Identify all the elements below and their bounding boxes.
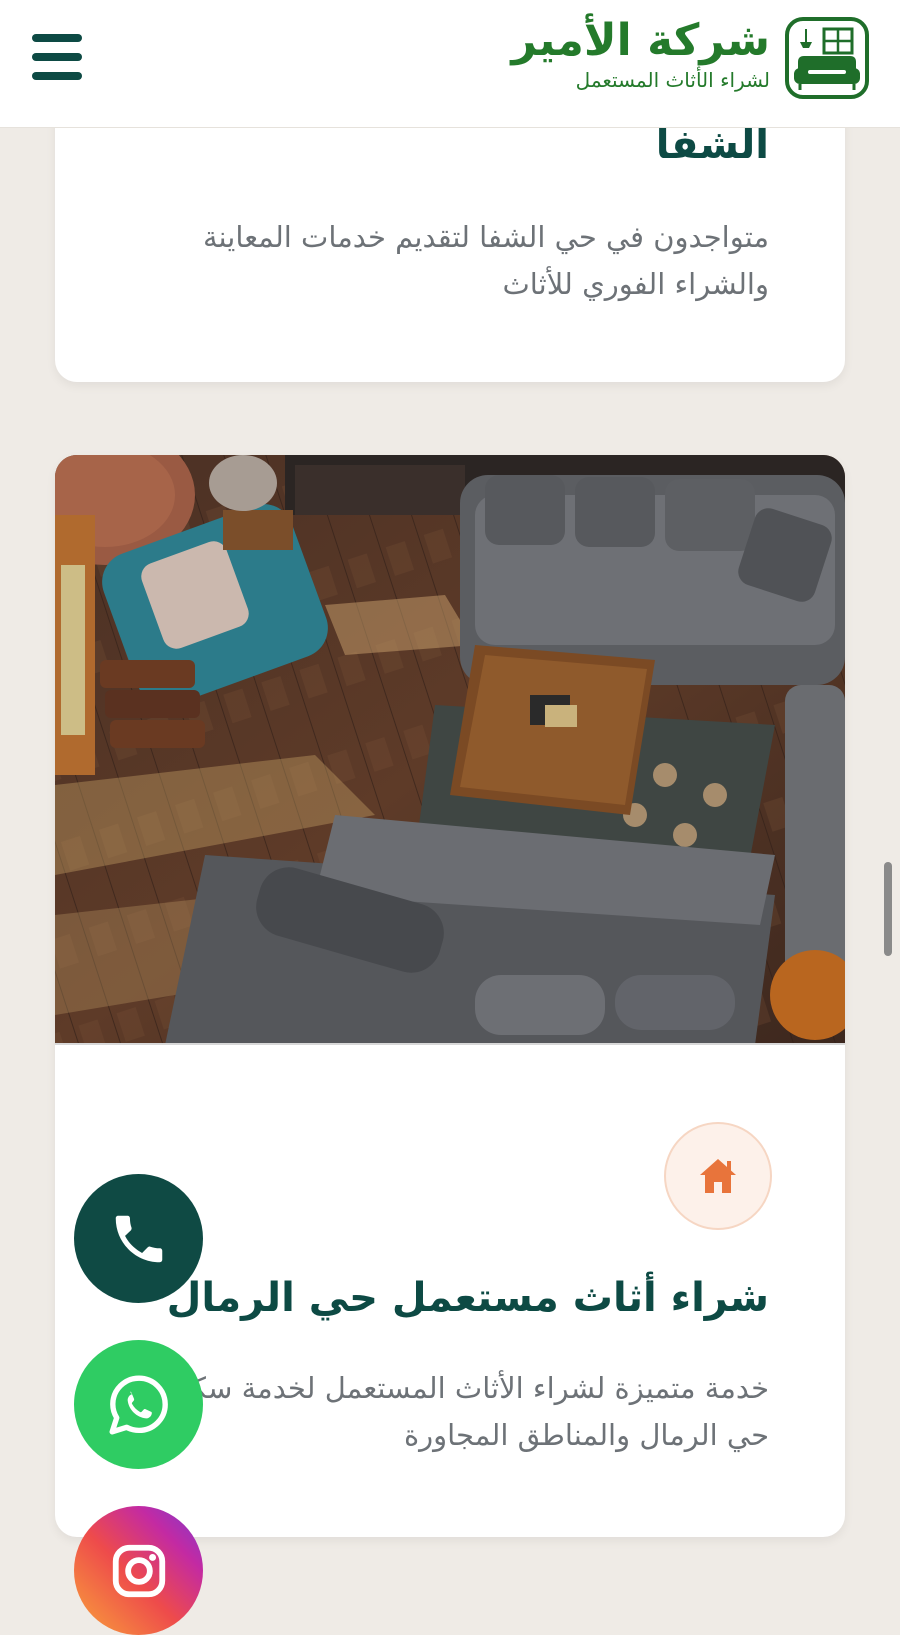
card-description: خدمة متميزة لشراء الأثاث المستعمل لخدمة … [161,1371,769,1452]
logo-title: شركة الأمير [511,15,770,66]
logo-subtitle: لشراء الأثاث المستعمل [575,68,770,92]
home-badge [664,1122,772,1230]
sofa-window-logo-icon[interactable] [784,16,870,100]
card-title: شراء أثاث مستعمل حي الرمال [166,1275,769,1321]
living-room-sofas-photo [55,455,845,1045]
phone-icon [115,1215,162,1262]
phone-button[interactable] [74,1174,203,1303]
instagram-button[interactable] [74,1506,203,1635]
card-title: الشفا [655,122,769,168]
hamburger-menu-icon[interactable] [32,34,82,80]
whatsapp-button[interactable] [74,1340,203,1469]
instagram-icon [112,1544,165,1597]
site-header: شركة الأمير لشراء الأثاث المستعمل [0,0,900,128]
home-icon [700,1159,736,1193]
card-description: متواجدون في حي الشفا لتقديم خدمات المعاي… [202,220,769,301]
scrollbar-thumb[interactable] [884,862,892,956]
logo-text[interactable]: شركة الأمير لشراء الأثاث المستعمل [511,14,770,92]
whatsapp-icon [109,1375,168,1434]
